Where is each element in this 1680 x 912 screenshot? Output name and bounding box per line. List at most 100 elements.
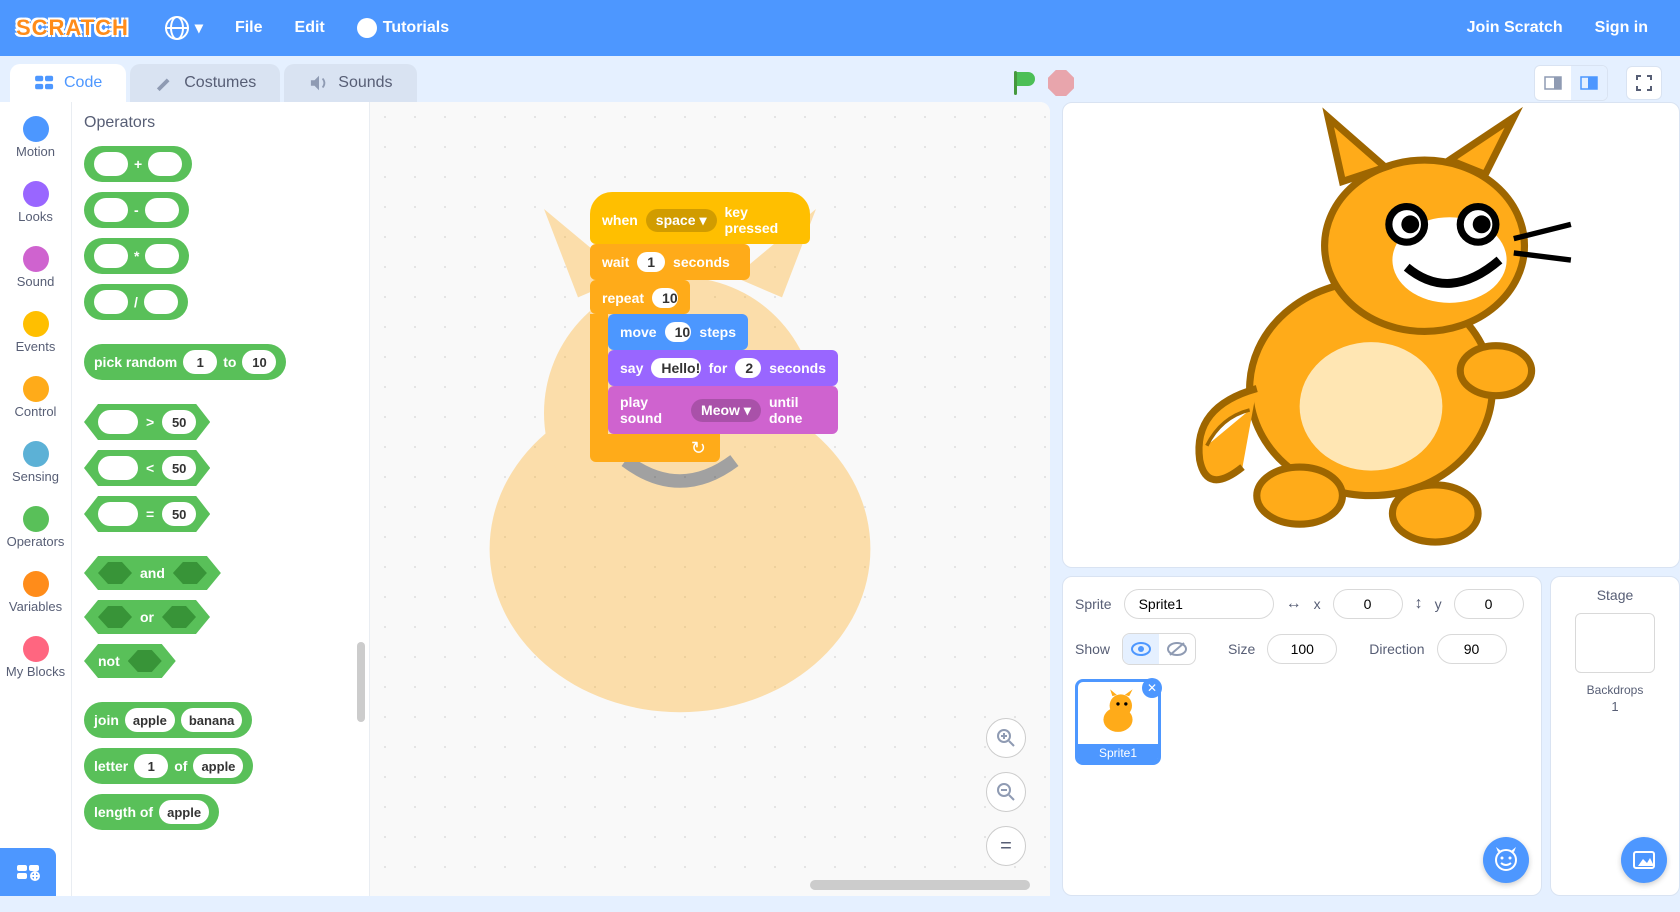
- stage-info-panel: Stage Backdrops 1: [1550, 576, 1680, 896]
- block-repeat[interactable]: repeat 10: [590, 280, 690, 314]
- small-stage-button[interactable]: [1535, 66, 1571, 100]
- move-value[interactable]: 10: [665, 322, 692, 342]
- tab-costumes[interactable]: Costumes: [130, 64, 280, 102]
- sprite-info-panel: Sprite ↔ x ↕ y Show Size: [1062, 576, 1542, 896]
- sprite-name-input[interactable]: [1124, 589, 1274, 619]
- join-scratch-link[interactable]: Join Scratch: [1467, 19, 1563, 37]
- zoom-reset-button[interactable]: =: [986, 826, 1026, 866]
- tab-code[interactable]: Code: [10, 64, 126, 102]
- block-play-sound-until-done[interactable]: play sound Meow ▾ until done: [608, 386, 838, 434]
- say-message[interactable]: Hello!: [651, 358, 700, 378]
- block-or[interactable]: or: [84, 600, 210, 634]
- block-add[interactable]: +: [84, 146, 192, 182]
- brush-icon: [154, 74, 176, 92]
- tutorials-link[interactable]: Tutorials: [357, 18, 449, 38]
- sprite-thumbnail[interactable]: ✕ Sprite1: [1075, 679, 1161, 765]
- scratch-logo[interactable]: SCRATCH: [16, 15, 129, 41]
- sprite-direction-input[interactable]: [1437, 634, 1507, 664]
- zoom-in-button[interactable]: [986, 718, 1026, 758]
- block-when-key-pressed[interactable]: when space ▾ key pressed: [590, 192, 810, 244]
- block-length-of[interactable]: length ofapple: [84, 794, 219, 830]
- sound-dropdown[interactable]: Meow ▾: [691, 399, 761, 422]
- sprite-thumbnail-label: Sprite1: [1078, 744, 1158, 762]
- sign-in-link[interactable]: Sign in: [1595, 19, 1648, 37]
- zoom-controls: =: [986, 718, 1026, 866]
- direction-label: Direction: [1369, 641, 1424, 657]
- category-motion[interactable]: Motion: [0, 110, 71, 175]
- sprite-panel-row: Sprite ↔ x ↕ y Show Size: [1062, 576, 1680, 896]
- show-sprite-button[interactable]: [1123, 634, 1159, 664]
- globe-icon: [165, 16, 189, 40]
- bulb-icon: [357, 18, 377, 38]
- wait-value[interactable]: 1: [637, 252, 665, 272]
- category-control[interactable]: Control: [0, 370, 71, 435]
- sprite-x-input[interactable]: [1333, 589, 1403, 619]
- language-menu[interactable]: ▾: [165, 16, 203, 40]
- sprite-name-label: Sprite: [1075, 596, 1112, 612]
- cat-icon: [1090, 686, 1146, 742]
- y-axis-icon: ↕: [1415, 595, 1423, 613]
- block-subtract[interactable]: -: [84, 192, 189, 228]
- top-nav: SCRATCH ▾ File Edit Tutorials Join Scrat…: [0, 0, 1680, 56]
- block-say-for-seconds[interactable]: say Hello! for 2 seconds: [608, 350, 838, 386]
- block-letter-of[interactable]: letter1ofapple: [84, 748, 253, 784]
- chevron-down-icon: ▾: [195, 18, 203, 38]
- stage-view[interactable]: [1062, 102, 1680, 568]
- block-less-than[interactable]: <50: [84, 450, 210, 486]
- show-label: Show: [1075, 641, 1110, 657]
- chevron-down-icon: ▾: [699, 212, 706, 229]
- palette-heading: Operators: [84, 114, 357, 132]
- size-label: Size: [1228, 641, 1255, 657]
- sprite-on-stage[interactable]: [1063, 103, 1679, 567]
- add-sprite-button[interactable]: [1483, 837, 1529, 883]
- script-workspace[interactable]: when space ▾ key pressed wait 1 seconds …: [370, 102, 1050, 896]
- add-backdrop-button[interactable]: [1621, 837, 1667, 883]
- block-not[interactable]: not: [84, 644, 176, 678]
- tabs-row: Code Costumes Sounds: [0, 56, 1680, 102]
- workspace-scrollbar-horizontal[interactable]: [810, 880, 1030, 890]
- category-looks[interactable]: Looks: [0, 175, 71, 240]
- sound-icon: [308, 74, 330, 92]
- editor-panel: Motion Looks Sound Events Control Sensin…: [0, 102, 1050, 896]
- repeat-loop-end: ↻: [590, 434, 720, 462]
- key-dropdown[interactable]: space ▾: [646, 209, 717, 232]
- stop-button[interactable]: [1048, 70, 1074, 96]
- file-menu[interactable]: File: [235, 19, 263, 37]
- block-greater-than[interactable]: >50: [84, 404, 210, 440]
- large-stage-button[interactable]: [1571, 66, 1607, 100]
- category-column: Motion Looks Sound Events Control Sensin…: [0, 102, 72, 896]
- category-sensing[interactable]: Sensing: [0, 435, 71, 500]
- category-events[interactable]: Events: [0, 305, 71, 370]
- category-variables[interactable]: Variables: [0, 565, 71, 630]
- block-wait[interactable]: wait 1 seconds: [590, 244, 750, 280]
- hide-sprite-button[interactable]: [1159, 634, 1195, 664]
- chevron-down-icon: ▾: [744, 402, 751, 419]
- delete-sprite-button[interactable]: ✕: [1142, 678, 1162, 698]
- block-pick-random[interactable]: pick random1to10: [84, 344, 286, 380]
- sprite-y-input[interactable]: [1454, 589, 1524, 619]
- backdrop-thumbnail[interactable]: [1575, 613, 1655, 673]
- category-sound[interactable]: Sound: [0, 240, 71, 305]
- edit-menu[interactable]: Edit: [295, 19, 325, 37]
- backdrops-label: Backdrops: [1561, 683, 1669, 697]
- block-equals[interactable]: =50: [84, 496, 210, 532]
- block-and[interactable]: and: [84, 556, 221, 590]
- right-column: Sprite ↔ x ↕ y Show Size: [1050, 102, 1680, 896]
- block-move-steps[interactable]: move 10 steps: [608, 314, 748, 350]
- repeat-value[interactable]: 10: [652, 288, 678, 308]
- sprite-size-input[interactable]: [1267, 634, 1337, 664]
- tab-sounds[interactable]: Sounds: [284, 64, 416, 102]
- backpack-button[interactable]: [0, 848, 56, 896]
- block-multiply[interactable]: *: [84, 238, 189, 274]
- stage-title: Stage: [1561, 587, 1669, 603]
- green-flag-button[interactable]: [1010, 69, 1038, 97]
- zoom-out-button[interactable]: [986, 772, 1026, 812]
- block-join[interactable]: joinapplebanana: [84, 702, 252, 738]
- category-my-blocks[interactable]: My Blocks: [0, 630, 71, 695]
- script-stack[interactable]: when space ▾ key pressed wait 1 seconds …: [590, 192, 838, 462]
- fullscreen-button[interactable]: [1626, 66, 1662, 100]
- say-seconds[interactable]: 2: [735, 358, 761, 378]
- category-operators[interactable]: Operators: [0, 500, 71, 565]
- block-divide[interactable]: /: [84, 284, 188, 320]
- stage-header-controls: [1010, 65, 1670, 101]
